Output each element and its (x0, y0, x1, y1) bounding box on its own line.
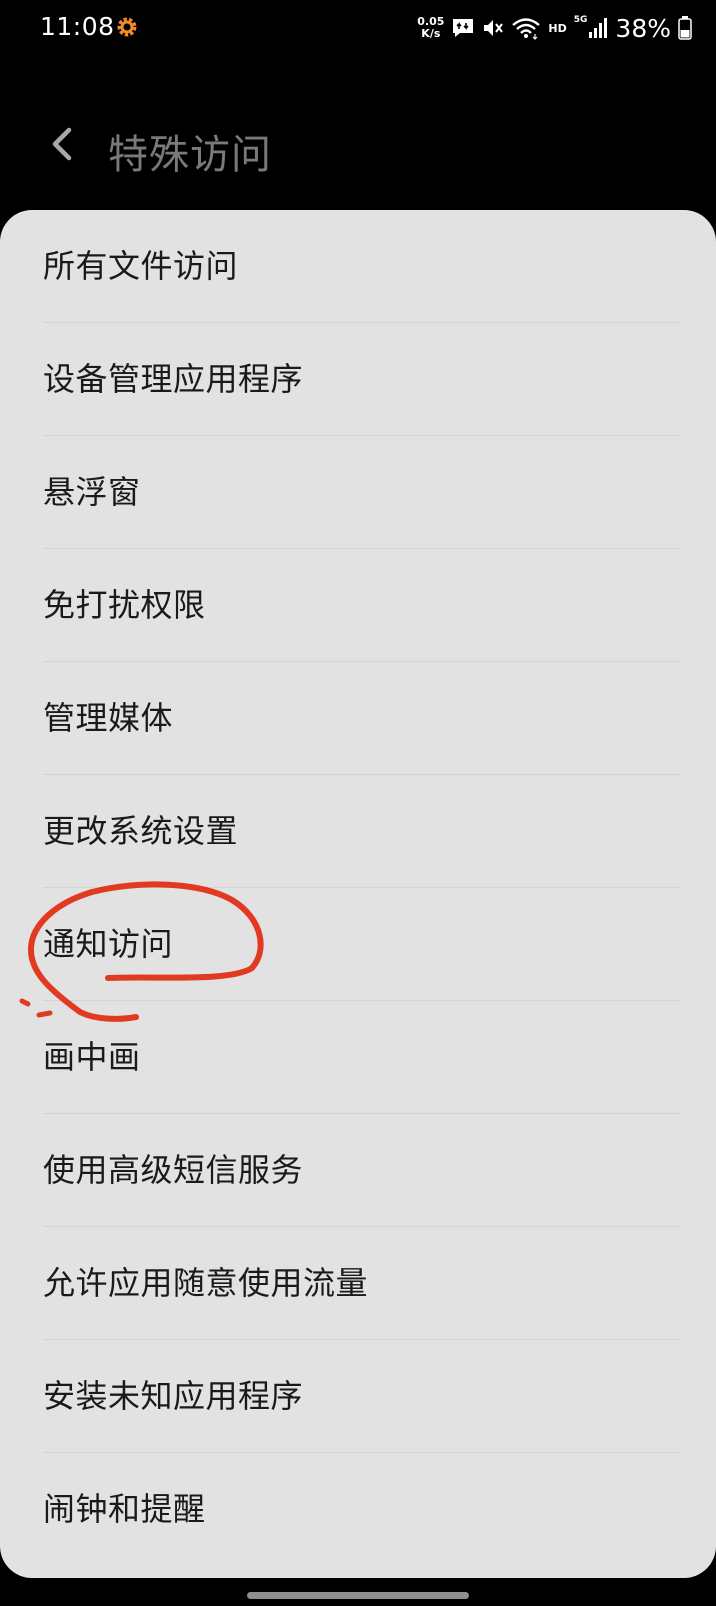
list-item-picture-in-picture[interactable]: 画中画 (0, 1001, 716, 1114)
settings-list-card: 所有文件访问 设备管理应用程序 悬浮窗 免打扰权限 管理媒体 更改系统设置 通知… (0, 210, 716, 1578)
list-item-install-unknown-apps[interactable]: 安装未知应用程序 (0, 1340, 716, 1453)
list-item-manage-media[interactable]: 管理媒体 (0, 662, 716, 775)
special-access-list: 所有文件访问 设备管理应用程序 悬浮窗 免打扰权限 管理媒体 更改系统设置 通知… (0, 210, 716, 1566)
list-item-label: 允许应用随意使用流量 (43, 1264, 369, 1302)
list-item-label: 管理媒体 (43, 699, 174, 737)
message-sync-icon (453, 19, 474, 37)
status-bar: 11:08 0.05 K/s HD 5G 38% (0, 0, 716, 56)
list-item-device-admin-apps[interactable]: 设备管理应用程序 (0, 323, 716, 436)
battery-percent: 38% (615, 13, 671, 43)
list-item-premium-sms-access[interactable]: 使用高级短信服务 (0, 1114, 716, 1227)
list-item-label: 通知访问 (43, 925, 174, 963)
list-item-label: 免打扰权限 (43, 586, 206, 624)
settings-gear-icon (117, 17, 137, 37)
list-item-label: 更改系统设置 (43, 812, 239, 850)
list-item-alarms-and-reminders[interactable]: 闹钟和提醒 (0, 1453, 716, 1566)
list-item-unrestricted-data[interactable]: 允许应用随意使用流量 (0, 1227, 716, 1340)
back-button[interactable] (38, 120, 86, 168)
network-speed: 0.05 K/s (417, 16, 444, 40)
list-item-notification-access[interactable]: 通知访问 (0, 888, 716, 1001)
status-time: 11:08 (40, 12, 115, 41)
page-title: 特殊访问 (108, 132, 272, 178)
list-item-label: 画中画 (43, 1038, 141, 1076)
network-type-label: 5G (573, 15, 588, 25)
list-item-label: 悬浮窗 (43, 473, 141, 511)
list-item-label: 使用高级短信服务 (43, 1151, 304, 1189)
home-gesture-bar[interactable] (247, 1592, 469, 1599)
list-item-label: 安装未知应用程序 (43, 1377, 304, 1415)
list-item-label: 闹钟和提醒 (43, 1490, 206, 1528)
list-item-label: 所有文件访问 (43, 247, 239, 285)
list-item-floating-window[interactable]: 悬浮窗 (0, 436, 716, 549)
battery-icon (678, 16, 692, 40)
hd-voice-label: HD (548, 21, 567, 35)
mute-icon (484, 20, 504, 36)
signal-icon (589, 18, 608, 38)
wifi-icon (512, 18, 541, 40)
app-header: 特殊访问 (0, 110, 716, 190)
list-item-modify-system-settings[interactable]: 更改系统设置 (0, 775, 716, 888)
back-arrow-icon (52, 127, 72, 161)
status-icons: 0.05 K/s HD 5G 38% (417, 12, 692, 44)
list-item-do-not-disturb-access[interactable]: 免打扰权限 (0, 549, 716, 662)
network-speed-unit: K/s (421, 27, 441, 40)
list-item-label: 设备管理应用程序 (43, 360, 304, 398)
list-item-all-files-access[interactable]: 所有文件访问 (0, 210, 716, 323)
